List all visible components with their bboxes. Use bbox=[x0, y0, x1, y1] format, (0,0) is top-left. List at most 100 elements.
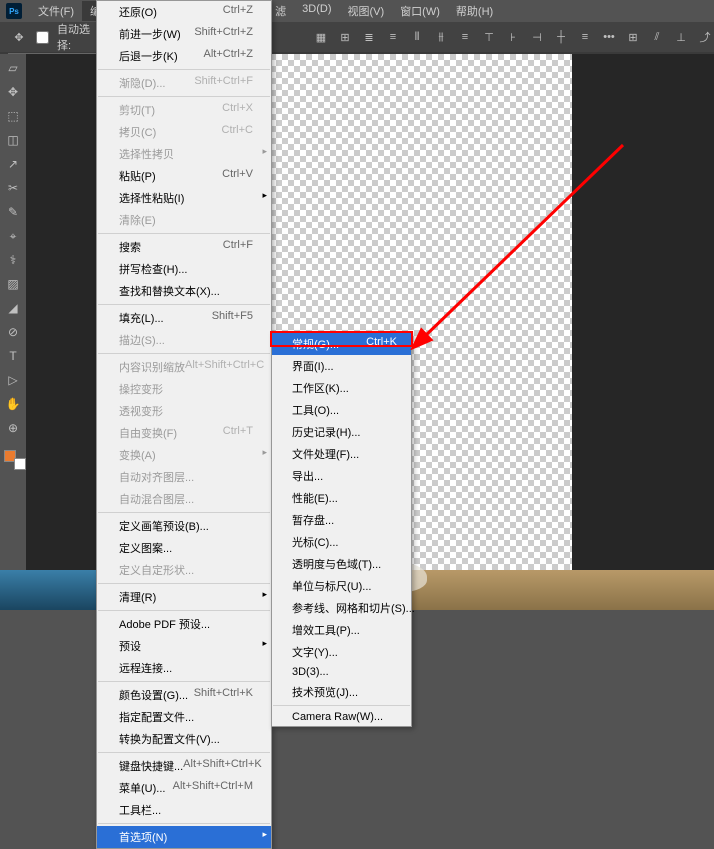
toolbar-icon[interactable]: ⊞ bbox=[336, 28, 354, 46]
toolbar-icon[interactable]: ≣ bbox=[360, 28, 378, 46]
preferences-submenu: 常规(G)... Ctrl+K 界面(I)...工作区(K)...工具(O)...历… bbox=[271, 332, 412, 727]
menu-item-shortcut: Alt+Shift+Ctrl+M bbox=[173, 780, 253, 796]
menu-item[interactable]: 还原(O)Ctrl+Z bbox=[97, 1, 271, 23]
menu-item[interactable]: 工作区(K)... bbox=[272, 377, 411, 399]
menu-separator bbox=[273, 705, 410, 706]
toolbar-icon[interactable]: ⊣ bbox=[528, 28, 546, 46]
toolbar-icon[interactable]: ⫵ bbox=[432, 28, 450, 46]
menu-item[interactable]: 参考线、网格和切片(S)... bbox=[272, 597, 411, 619]
tool-button[interactable]: ✂ bbox=[3, 178, 23, 198]
menu-item[interactable]: 性能(E)... bbox=[272, 487, 411, 509]
menu-item[interactable]: Adobe PDF 预设... bbox=[97, 613, 271, 635]
tool-button[interactable]: T bbox=[3, 346, 23, 366]
menu-item-label: 还原(O) bbox=[119, 4, 157, 20]
tool-button[interactable]: ✋ bbox=[3, 394, 23, 414]
menu-item-label: 远程连接... bbox=[119, 660, 172, 676]
menu-item[interactable]: 导出... bbox=[272, 465, 411, 487]
menu-item[interactable]: 转换为配置文件(V)... bbox=[97, 728, 271, 750]
menu-item[interactable]: 指定配置文件... bbox=[97, 706, 271, 728]
toolbar-icon[interactable]: ≡ bbox=[384, 28, 402, 46]
menu-item[interactable]: 工具(O)... bbox=[272, 399, 411, 421]
menu-item[interactable]: 选择性粘贴(I) bbox=[97, 187, 271, 209]
menubar-item[interactable]: 窗口(W) bbox=[392, 1, 448, 21]
menu-item[interactable]: Camera Raw(W)... bbox=[272, 708, 411, 726]
toolbar-icon[interactable]: ⊥ bbox=[672, 28, 690, 46]
toolbar-icon[interactable]: ⫴ bbox=[408, 28, 426, 46]
menu-item[interactable]: 技术预览(J)... bbox=[272, 681, 411, 703]
tool-button[interactable]: ⚕ bbox=[3, 250, 23, 270]
tool-button[interactable]: ✥ bbox=[3, 82, 23, 102]
menu-item-shortcut: Shift+Ctrl+K bbox=[194, 687, 253, 703]
menu-item-label: 剪切(T) bbox=[119, 102, 155, 118]
tool-button[interactable]: ◫ bbox=[3, 130, 23, 150]
menu-item: 描边(S)... bbox=[97, 329, 271, 351]
menu-item-shortcut: Ctrl+K bbox=[366, 336, 397, 352]
menu-item[interactable]: 远程连接... bbox=[97, 657, 271, 679]
tool-button[interactable]: ⌖ bbox=[3, 226, 23, 246]
menu-item[interactable]: 清理(R) bbox=[97, 586, 271, 608]
menu-item[interactable]: 文字(Y)... bbox=[272, 641, 411, 663]
tool-button[interactable]: ▨ bbox=[3, 274, 23, 294]
menu-item[interactable]: 预设 bbox=[97, 635, 271, 657]
menu-item[interactable]: 界面(I)... bbox=[272, 355, 411, 377]
toolbar-icon[interactable]: ⊦ bbox=[504, 28, 522, 46]
menu-item-shortcut: Alt+Shift+Ctrl+K bbox=[183, 758, 262, 774]
color-swatch[interactable] bbox=[4, 450, 22, 464]
menu-item[interactable]: 搜索Ctrl+F bbox=[97, 236, 271, 258]
menu-item[interactable]: 光标(C)... bbox=[272, 531, 411, 553]
menu-item[interactable]: 单位与标尺(U)... bbox=[272, 575, 411, 597]
menu-item[interactable]: 前进一步(W)Shift+Ctrl+Z bbox=[97, 23, 271, 45]
menu-item-label: 常规(G)... bbox=[292, 336, 339, 352]
tool-button[interactable]: ⬚ bbox=[3, 106, 23, 126]
toolbar-icon[interactable]: ⊞ bbox=[624, 28, 642, 46]
toolbar-icon[interactable]: ⊤ bbox=[480, 28, 498, 46]
menu-item[interactable]: 填充(L)...Shift+F5 bbox=[97, 307, 271, 329]
menu-item[interactable]: 文件处理(F)... bbox=[272, 443, 411, 465]
toolbar-icon[interactable]: ▦ bbox=[312, 28, 330, 46]
menu-item[interactable]: 透明度与色域(T)... bbox=[272, 553, 411, 575]
tool-button[interactable]: ▱ bbox=[3, 58, 23, 78]
toolbar-icon[interactable]: ⫽ bbox=[648, 28, 666, 46]
tool-button[interactable]: ⊕ bbox=[3, 418, 23, 438]
menubar-item[interactable]: 视图(V) bbox=[340, 1, 393, 21]
menu-item[interactable]: 查找和替换文本(X)... bbox=[97, 280, 271, 302]
tool-button[interactable]: ◢ bbox=[3, 298, 23, 318]
tool-button[interactable]: ↗ bbox=[3, 154, 23, 174]
menubar-item[interactable]: 文件(F) bbox=[30, 1, 82, 21]
menu-item[interactable]: 键盘快捷键...Alt+Shift+Ctrl+K bbox=[97, 755, 271, 777]
menubar-item[interactable]: 3D(D) bbox=[294, 1, 339, 21]
menu-item-label: 性能(E)... bbox=[292, 490, 338, 506]
menu-item-label: 透明度与色域(T)... bbox=[292, 556, 381, 572]
menu-item[interactable]: 常规(G)... Ctrl+K bbox=[272, 333, 411, 355]
toolbar-icon[interactable]: ••• bbox=[600, 28, 618, 46]
menu-item: 自动混合图层... bbox=[97, 488, 271, 510]
toolbar-icon[interactable]: ┼ bbox=[552, 28, 570, 46]
menu-item[interactable]: 工具栏... bbox=[97, 799, 271, 821]
menu-item[interactable]: 后退一步(K)Alt+Ctrl+Z bbox=[97, 45, 271, 67]
menu-item[interactable]: 暂存盘... bbox=[272, 509, 411, 531]
menu-item[interactable]: 增效工具(P)... bbox=[272, 619, 411, 641]
tool-button[interactable]: ▷ bbox=[3, 370, 23, 390]
menu-item-label: 查找和替换文本(X)... bbox=[119, 283, 220, 299]
menu-item-shortcut: Shift+F5 bbox=[212, 310, 253, 326]
menu-item-shortcut: Ctrl+T bbox=[223, 425, 253, 441]
menu-item[interactable]: 3D(3)... bbox=[272, 663, 411, 681]
menu-item[interactable]: 粘贴(P)Ctrl+V bbox=[97, 165, 271, 187]
menu-item[interactable]: 首选项(N) bbox=[97, 826, 271, 848]
menu-item[interactable]: 拼写检查(H)... bbox=[97, 258, 271, 280]
toolbar-icon[interactable]: ≡ bbox=[576, 28, 594, 46]
menu-item: 内容识别缩放Alt+Shift+Ctrl+C bbox=[97, 356, 271, 378]
menu-item[interactable]: 颜色设置(G)...Shift+Ctrl+K bbox=[97, 684, 271, 706]
background-color[interactable] bbox=[14, 458, 26, 470]
tool-button[interactable]: ✎ bbox=[3, 202, 23, 222]
menu-item[interactable]: 菜单(U)...Alt+Shift+Ctrl+M bbox=[97, 777, 271, 799]
toolbar-icon[interactable]: ⤴ bbox=[696, 28, 714, 46]
menu-item[interactable]: 定义画笔预设(B)... bbox=[97, 515, 271, 537]
toolbar-icon[interactable]: ≡ bbox=[456, 28, 474, 46]
menu-item[interactable]: 历史记录(H)... bbox=[272, 421, 411, 443]
tool-button[interactable]: ⊘ bbox=[3, 322, 23, 342]
menu-item[interactable]: 定义图案... bbox=[97, 537, 271, 559]
menu-item-shortcut: Shift+Ctrl+F bbox=[194, 75, 253, 91]
auto-select-checkbox[interactable] bbox=[36, 31, 49, 44]
menubar-item[interactable]: 帮助(H) bbox=[448, 1, 501, 21]
